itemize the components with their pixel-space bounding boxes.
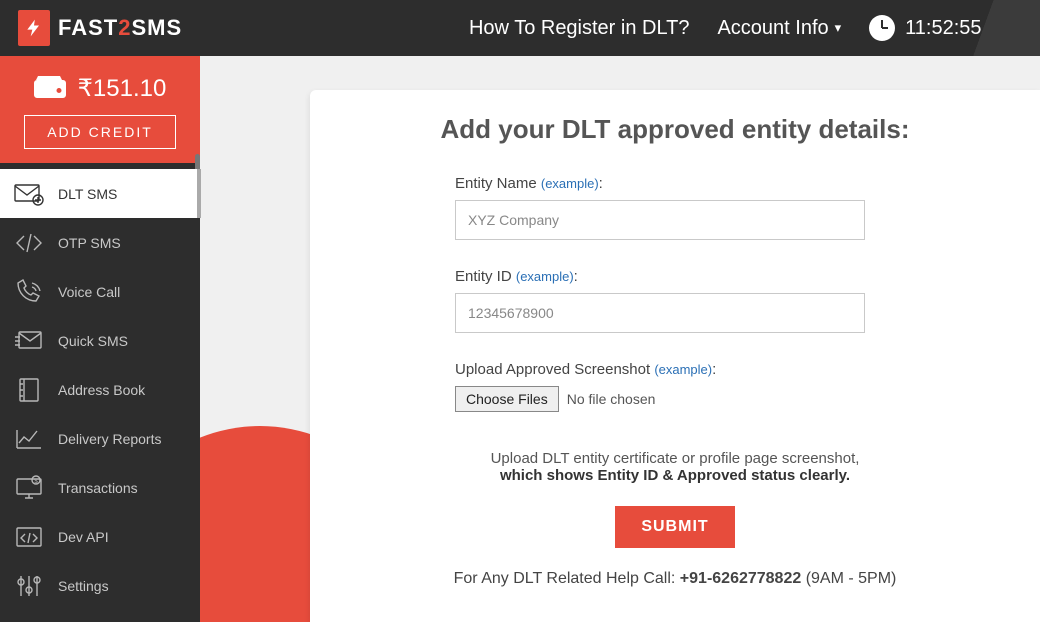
register-dlt-link[interactable]: How To Register in DLT? <box>469 17 689 40</box>
sidebar-item-dev-api[interactable]: Dev API <box>0 512 200 561</box>
submit-button[interactable]: SUBMIT <box>615 506 734 548</box>
wallet-icon <box>34 76 68 102</box>
sidebar-item-label: Voice Call <box>58 284 120 300</box>
entity-name-input[interactable] <box>455 200 865 240</box>
help-line: For Any DLT Related Help Call: +91-62627… <box>395 570 955 588</box>
sidebar-item-settings[interactable]: Settings <box>0 561 200 610</box>
nav: DLT SMS OTP SMS Voice Call Quick SMS Add… <box>0 169 200 610</box>
clock-icon <box>869 15 895 41</box>
code-window-icon <box>14 524 44 550</box>
add-credit-button[interactable]: ADD CREDIT <box>24 115 176 149</box>
brand-text: FAST2SMS <box>58 15 182 41</box>
account-info-menu[interactable]: Account Info ▾ <box>717 17 841 40</box>
upload-label: Upload Approved Screenshot (example): <box>455 361 955 378</box>
sidebar-item-transactions[interactable]: $ Transactions <box>0 463 200 512</box>
upload-hint: Upload DLT entity certificate or profile… <box>395 450 955 484</box>
brand-logo[interactable]: FAST2SMS <box>0 0 200 56</box>
chart-icon <box>14 426 44 452</box>
upload-example-link[interactable]: (example) <box>654 362 712 377</box>
sidebar-item-voice-call[interactable]: Voice Call <box>0 267 200 316</box>
entity-name-example-link[interactable]: (example) <box>541 176 599 191</box>
chevron-down-icon: ▾ <box>835 20 842 36</box>
header-right: How To Register in DLT? Account Info ▾ 1… <box>469 15 1040 41</box>
book-icon <box>14 377 44 403</box>
wallet-block: ₹151.10 ADD CREDIT <box>0 56 200 163</box>
sidebar-item-label: Quick SMS <box>58 333 128 349</box>
monitor-money-icon: $ <box>14 475 44 501</box>
phone-icon <box>14 279 44 305</box>
sliders-icon <box>14 573 44 599</box>
sidebar-item-label: Settings <box>58 578 109 594</box>
mail-plus-icon <box>14 181 44 207</box>
sidebar-item-quick-sms[interactable]: Quick SMS <box>0 316 200 365</box>
entity-id-label: Entity ID (example): <box>455 268 955 285</box>
sidebar-item-label: Dev API <box>58 529 109 545</box>
entity-name-label: Entity Name (example): <box>455 175 955 192</box>
bolt-icon <box>18 10 50 46</box>
sidebar-item-delivery-reports[interactable]: Delivery Reports <box>0 414 200 463</box>
file-input-row: Choose Files No file chosen <box>455 386 955 412</box>
entity-id-input[interactable] <box>455 293 865 333</box>
sidebar-item-label: Transactions <box>58 480 138 496</box>
sidebar: ₹151.10 ADD CREDIT DLT SMS OTP SMS Voice… <box>0 56 200 622</box>
wallet-balance: ₹151.10 <box>10 74 190 103</box>
sidebar-item-label: DLT SMS <box>58 186 117 202</box>
sidebar-item-dlt-sms[interactable]: DLT SMS <box>0 169 200 218</box>
mail-arrow-icon <box>14 328 44 354</box>
content-area: Add your DLT approved entity details: En… <box>200 56 1040 622</box>
sidebar-item-label: OTP SMS <box>58 235 121 251</box>
form-heading: Add your DLT approved entity details: <box>395 114 955 145</box>
sidebar-item-address-book[interactable]: Address Book <box>0 365 200 414</box>
account-info-label: Account Info <box>717 17 828 40</box>
file-status: No file chosen <box>567 391 656 407</box>
entity-form-card: Add your DLT approved entity details: En… <box>310 90 1040 622</box>
sidebar-item-label: Delivery Reports <box>58 431 161 447</box>
header-slant <box>965 0 1040 56</box>
choose-files-button[interactable]: Choose Files <box>455 386 559 412</box>
sidebar-item-otp-sms[interactable]: OTP SMS <box>0 218 200 267</box>
app-header: FAST2SMS How To Register in DLT? Account… <box>0 0 1040 56</box>
entity-id-example-link[interactable]: (example) <box>516 269 574 284</box>
sidebar-item-label: Address Book <box>58 382 145 398</box>
code-icon <box>14 230 44 256</box>
balance-amount: ₹151.10 <box>78 74 167 103</box>
